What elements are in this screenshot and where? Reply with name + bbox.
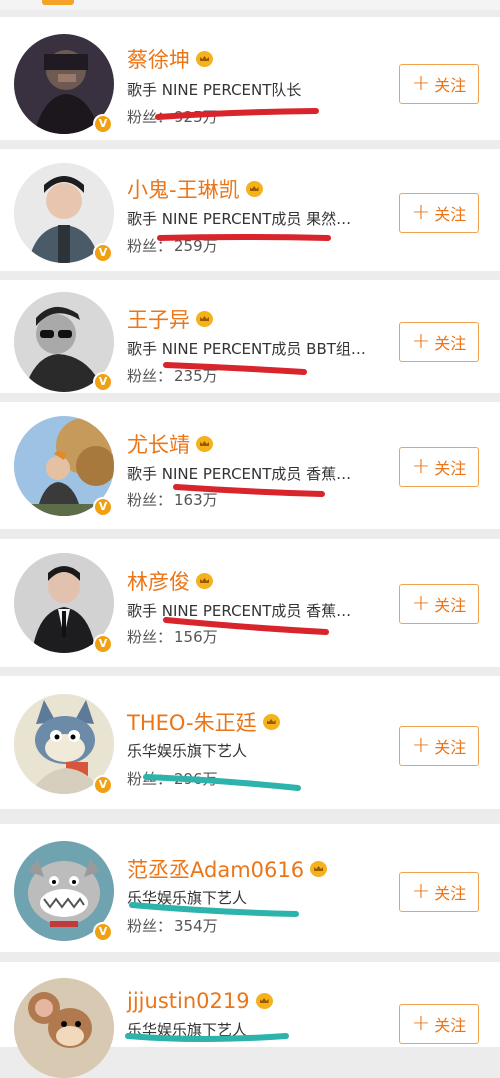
fan-count: 粉丝： 235万 bbox=[127, 365, 218, 386]
follow-button[interactable]: + 关注 bbox=[399, 1004, 479, 1044]
fans-value: 296万 bbox=[174, 770, 218, 788]
jerry-mouse-cartoon-image bbox=[14, 978, 114, 1078]
plus-icon: + bbox=[411, 1011, 431, 1036]
user-description: 乐华娱乐旗下艺人 bbox=[127, 889, 248, 907]
fans-value: 156万 bbox=[174, 628, 218, 646]
list-item[interactable]: V 林彦俊 歌手 NINE PERCENT成员 香蕉… 粉丝： 156万 + 关注 bbox=[0, 539, 500, 667]
list-item[interactable]: V 蔡徐坤 歌手 NINE PERCENT队长 粉丝： 925万 + 关注 bbox=[0, 17, 500, 140]
fans-label: 粉丝： bbox=[127, 108, 173, 126]
user-description: 乐华娱乐旗下艺人 bbox=[127, 742, 248, 760]
plus-icon: + bbox=[411, 329, 431, 354]
plus-icon: + bbox=[411, 454, 431, 479]
follow-button[interactable]: + 关注 bbox=[399, 447, 479, 487]
user-name[interactable]: 王子异 bbox=[127, 304, 190, 334]
user-description: 歌手 NINE PERCENT队长 bbox=[127, 81, 302, 99]
follow-label: 关注 bbox=[434, 596, 467, 615]
plus-icon: + bbox=[411, 879, 431, 904]
user-description: 歌手 NINE PERCENT成员 果然… bbox=[127, 210, 352, 228]
user-name[interactable]: 蔡徐坤 bbox=[127, 44, 190, 74]
list-item[interactable]: V THEO-朱正廷 乐华娱乐旗下艺人 粉丝： 296万 + 关注 bbox=[0, 676, 500, 809]
verified-badge-icon: V bbox=[93, 497, 113, 517]
follow-button[interactable]: + 关注 bbox=[399, 322, 479, 362]
follow-label: 关注 bbox=[434, 459, 467, 478]
tab-indicator bbox=[42, 0, 74, 5]
member-crown-icon bbox=[262, 714, 280, 730]
fans-label: 粉丝： bbox=[127, 491, 173, 509]
follow-label: 关注 bbox=[434, 76, 467, 95]
follow-button[interactable]: + 关注 bbox=[399, 872, 479, 912]
plus-icon: + bbox=[411, 200, 431, 225]
follow-button[interactable]: + 关注 bbox=[399, 193, 479, 233]
follow-label: 关注 bbox=[434, 334, 467, 353]
fans-label: 粉丝： bbox=[127, 770, 173, 788]
fans-label: 粉丝： bbox=[127, 237, 173, 255]
follow-button[interactable]: + 关注 bbox=[399, 584, 479, 624]
top-strip bbox=[0, 0, 500, 10]
member-crown-icon bbox=[196, 311, 213, 327]
fan-count: 粉丝： 296万 bbox=[127, 768, 218, 789]
user-name[interactable]: 小鬼-王琳凯 bbox=[127, 174, 240, 204]
member-crown-icon bbox=[310, 861, 328, 877]
list-item[interactable]: V 范丞丞Adam0616 乐华娱乐旗下艺人 粉丝： 354万 + 关注 bbox=[0, 824, 500, 952]
follow-label: 关注 bbox=[434, 1016, 467, 1035]
fans-value: 235万 bbox=[174, 367, 218, 385]
verified-badge-icon: V bbox=[93, 775, 113, 795]
user-name[interactable]: THEO-朱正廷 bbox=[127, 707, 257, 737]
avatar[interactable] bbox=[14, 978, 114, 1078]
verified-badge-icon: V bbox=[93, 372, 113, 392]
list-item[interactable]: V 小鬼-王琳凯 歌手 NINE PERCENT成员 果然… 粉丝： 259万 +… bbox=[0, 149, 500, 271]
user-description: 歌手 NINE PERCENT成员 香蕉… bbox=[127, 602, 352, 620]
fans-value: 925万 bbox=[174, 108, 218, 126]
follow-button[interactable]: + 关注 bbox=[399, 726, 479, 766]
follow-label: 关注 bbox=[434, 738, 467, 757]
member-crown-icon bbox=[196, 573, 213, 589]
user-name[interactable]: 林彦俊 bbox=[127, 566, 190, 596]
plus-icon: + bbox=[411, 733, 431, 758]
fan-count: 粉丝： 163万 bbox=[127, 489, 218, 510]
user-name[interactable]: jjjustin0219 bbox=[127, 989, 250, 1013]
list-item[interactable]: V 尤长靖 歌手 NINE PERCENT成员 香蕉… 粉丝： 163万 + 关注 bbox=[0, 402, 500, 529]
fans-value: 163万 bbox=[174, 491, 218, 509]
verified-badge-icon: V bbox=[93, 634, 113, 654]
follow-label: 关注 bbox=[434, 884, 467, 903]
plus-icon: + bbox=[411, 591, 431, 616]
list-item[interactable]: jjjustin0219 乐华娱乐旗下艺人 + 关注 bbox=[0, 962, 500, 1078]
member-crown-icon bbox=[196, 436, 213, 452]
fan-count: 粉丝： 259万 bbox=[127, 235, 218, 256]
user-description: 乐华娱乐旗下艺人 bbox=[127, 1021, 248, 1039]
follow-button[interactable]: + 关注 bbox=[399, 64, 479, 104]
fans-label: 粉丝： bbox=[127, 367, 173, 385]
verified-badge-icon: V bbox=[93, 243, 113, 263]
fans-label: 粉丝： bbox=[127, 628, 173, 646]
fan-count: 粉丝： 925万 bbox=[127, 106, 218, 127]
verified-badge-icon: V bbox=[93, 922, 113, 942]
member-crown-icon bbox=[245, 181, 263, 197]
fan-count: 粉丝： 156万 bbox=[127, 626, 218, 647]
user-description: 歌手 NINE PERCENT成员 BBT组… bbox=[127, 340, 366, 358]
user-description: 歌手 NINE PERCENT成员 香蕉… bbox=[127, 465, 352, 483]
plus-icon: + bbox=[411, 71, 431, 96]
list-item[interactable]: V 王子异 歌手 NINE PERCENT成员 BBT组… 粉丝： 235万 + 关… bbox=[0, 280, 500, 393]
member-crown-icon bbox=[255, 993, 273, 1009]
user-name[interactable]: 范丞丞Adam0616 bbox=[127, 854, 304, 884]
fan-count: 粉丝： 354万 bbox=[127, 915, 218, 936]
user-name[interactable]: 尤长靖 bbox=[127, 429, 190, 459]
fans-value: 354万 bbox=[174, 917, 218, 935]
fans-value: 259万 bbox=[174, 237, 218, 255]
member-crown-icon bbox=[196, 51, 213, 67]
verified-badge-icon: V bbox=[93, 114, 113, 134]
follow-label: 关注 bbox=[434, 205, 467, 224]
fans-label: 粉丝： bbox=[127, 917, 173, 935]
